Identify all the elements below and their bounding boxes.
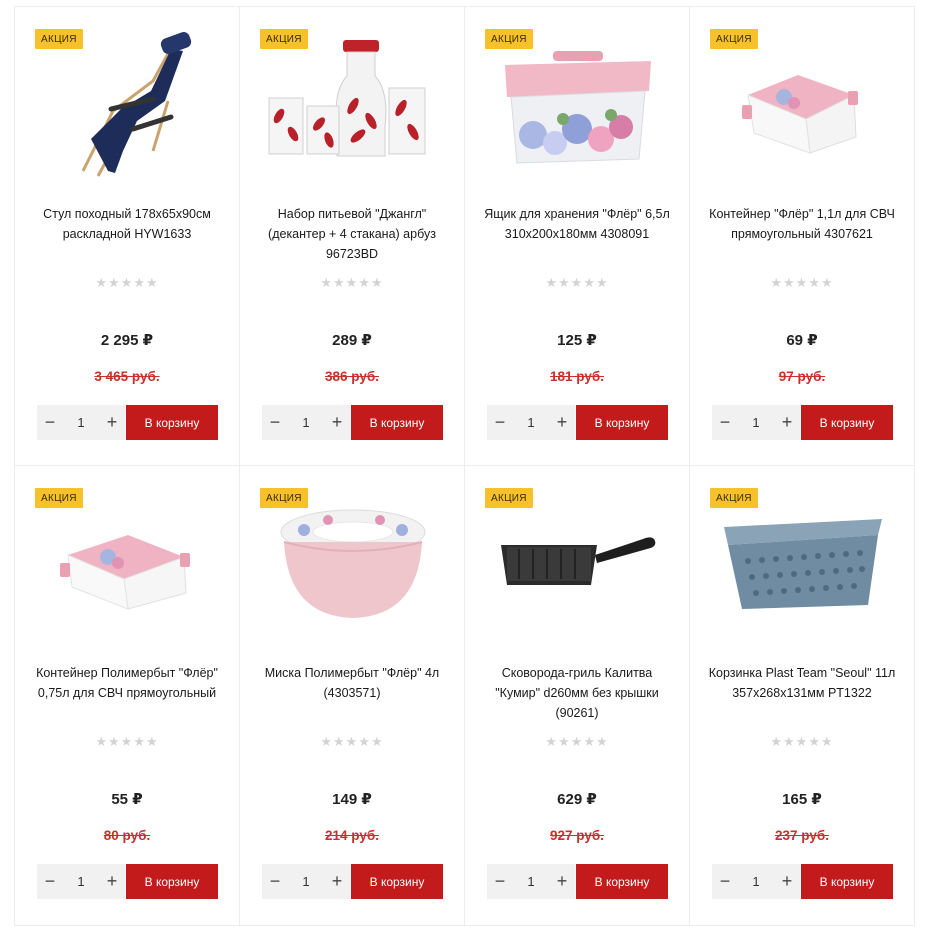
old-price: 97 руб. xyxy=(778,369,826,384)
quantity-stepper: − 1 + xyxy=(262,864,350,899)
increase-button[interactable]: + xyxy=(549,405,575,440)
decrease-button[interactable]: − xyxy=(487,864,513,899)
rating-stars[interactable]: ★★★★★ xyxy=(465,275,689,291)
product-title[interactable]: Сковорода-гриль Калитва "Кумир" d260мм б… xyxy=(479,663,675,723)
old-price: 386 руб. xyxy=(325,369,379,384)
product-card: АКЦИЯ Сковорода-гриль Калитва "Кумир" d2… xyxy=(465,466,690,926)
product-title[interactable]: Ящик для хранения "Флёр" 6,5л 310х200х18… xyxy=(479,204,675,244)
decrease-button[interactable]: − xyxy=(262,864,288,899)
price: 629 ₽ xyxy=(557,791,597,808)
increase-button[interactable]: + xyxy=(324,864,350,899)
grill-pan-icon xyxy=(500,537,655,585)
product-title[interactable]: Стул походный 178х65х90см раскладной HYW… xyxy=(29,204,225,244)
quantity-value[interactable]: 1 xyxy=(291,874,321,889)
food-container-icon xyxy=(741,75,858,154)
old-price: 80 руб. xyxy=(103,828,151,843)
decrease-button[interactable]: − xyxy=(487,405,513,440)
old-price: 237 руб. xyxy=(775,828,829,843)
add-to-cart-button[interactable]: В корзину xyxy=(351,864,443,899)
quantity-value[interactable]: 1 xyxy=(291,415,321,430)
sale-badge: АКЦИЯ xyxy=(710,488,758,508)
product-title[interactable]: Набор питьевой "Джангл" (декантер + 4 ст… xyxy=(254,204,450,264)
price: 149 ₽ xyxy=(332,791,372,808)
quantity-stepper: − 1 + xyxy=(37,405,125,440)
decrease-button[interactable]: − xyxy=(37,405,63,440)
add-to-cart-button[interactable]: В корзину xyxy=(126,864,218,899)
rating-stars[interactable]: ★★★★★ xyxy=(240,275,464,291)
sale-badge: АКЦИЯ xyxy=(260,29,308,49)
quantity-stepper: − 1 + xyxy=(487,405,575,440)
storage-box-icon xyxy=(504,51,651,164)
increase-button[interactable]: + xyxy=(774,864,800,899)
quantity-stepper: − 1 + xyxy=(37,864,125,899)
sale-badge: АКЦИЯ xyxy=(35,488,83,508)
add-to-cart-button[interactable]: В корзину xyxy=(801,864,893,899)
quantity-stepper: − 1 + xyxy=(262,405,350,440)
decrease-button[interactable]: − xyxy=(712,864,738,899)
quantity-stepper: − 1 + xyxy=(487,864,575,899)
food-container-small-icon xyxy=(59,535,190,610)
old-price: 214 руб. xyxy=(325,828,379,843)
price: 55 ₽ xyxy=(111,791,143,808)
product-title[interactable]: Корзинка Plast Team "Seoul" 11л 357х268х… xyxy=(704,663,900,703)
product-card: АКЦИЯ Набор питьевой "Джангл" (декантер … xyxy=(240,6,465,466)
quantity-value[interactable]: 1 xyxy=(66,874,96,889)
quantity-value[interactable]: 1 xyxy=(516,415,546,430)
old-price: 181 руб. xyxy=(550,369,604,384)
product-grid: АКЦИЯ Стул походный 178х65х90см раскладн… xyxy=(14,6,916,926)
increase-button[interactable]: + xyxy=(549,864,575,899)
product-title[interactable]: Контейнер "Флёр" 1,1л для СВЧ прямоуголь… xyxy=(704,204,900,244)
increase-button[interactable]: + xyxy=(99,864,125,899)
add-to-cart-button[interactable]: В корзину xyxy=(351,405,443,440)
basket-icon xyxy=(723,519,882,609)
quantity-value[interactable]: 1 xyxy=(741,874,771,889)
price: 165 ₽ xyxy=(782,791,822,808)
sale-badge: АКЦИЯ xyxy=(485,488,533,508)
quantity-value[interactable]: 1 xyxy=(66,415,96,430)
product-card: АКЦИЯ Миска Полимербыт "Флёр" 4л (430357… xyxy=(240,466,465,926)
decrease-button[interactable]: − xyxy=(37,864,63,899)
product-card: АКЦИЯ Стул походный 178х65х90см раскладн… xyxy=(15,6,240,466)
decrease-button[interactable]: − xyxy=(712,405,738,440)
rating-stars[interactable]: ★★★★★ xyxy=(240,734,464,750)
product-card: АКЦИЯ Корзинка Plast Team "Seoul" 11л 35… xyxy=(690,466,915,926)
rating-stars[interactable]: ★★★★★ xyxy=(15,734,239,750)
product-card: АКЦИЯ Контейнер Полимербыт "Флёр" 0,75л … xyxy=(15,466,240,926)
sale-badge: АКЦИЯ xyxy=(485,29,533,49)
product-title[interactable]: Контейнер Полимербыт "Флёр" 0,75л для СВ… xyxy=(29,663,225,703)
increase-button[interactable]: + xyxy=(774,405,800,440)
rating-stars[interactable]: ★★★★★ xyxy=(690,275,914,291)
increase-button[interactable]: + xyxy=(324,405,350,440)
bowl-icon xyxy=(280,509,425,618)
sale-badge: АКЦИЯ xyxy=(35,29,83,49)
drinking-set-icon xyxy=(268,40,425,157)
old-price: 927 руб. xyxy=(550,828,604,843)
price: 69 ₽ xyxy=(786,332,818,349)
price: 2 295 ₽ xyxy=(100,332,154,349)
rating-stars[interactable]: ★★★★★ xyxy=(690,734,914,750)
decrease-button[interactable]: − xyxy=(262,405,288,440)
add-to-cart-button[interactable]: В корзину xyxy=(576,405,668,440)
sale-badge: АКЦИЯ xyxy=(710,29,758,49)
rating-stars[interactable]: ★★★★★ xyxy=(15,275,239,291)
product-card: АКЦИЯ Ящик для хранения "Флёр" 6,5л 310х… xyxy=(465,6,690,466)
quantity-stepper: − 1 + xyxy=(712,864,800,899)
add-to-cart-button[interactable]: В корзину xyxy=(576,864,668,899)
rating-stars[interactable]: ★★★★★ xyxy=(465,734,689,750)
old-price: 3 465 руб. xyxy=(94,369,160,384)
add-to-cart-button[interactable]: В корзину xyxy=(126,405,218,440)
quantity-value[interactable]: 1 xyxy=(741,415,771,430)
product-title[interactable]: Миска Полимербыт "Флёр" 4л (4303571) xyxy=(254,663,450,703)
sale-badge: АКЦИЯ xyxy=(260,488,308,508)
price: 125 ₽ xyxy=(557,332,597,349)
price: 289 ₽ xyxy=(332,332,372,349)
add-to-cart-button[interactable]: В корзину xyxy=(801,405,893,440)
product-card: АКЦИЯ Контейнер "Флёр" 1,1л для СВЧ прям… xyxy=(690,6,915,466)
quantity-stepper: − 1 + xyxy=(712,405,800,440)
increase-button[interactable]: + xyxy=(99,405,125,440)
quantity-value[interactable]: 1 xyxy=(516,874,546,889)
